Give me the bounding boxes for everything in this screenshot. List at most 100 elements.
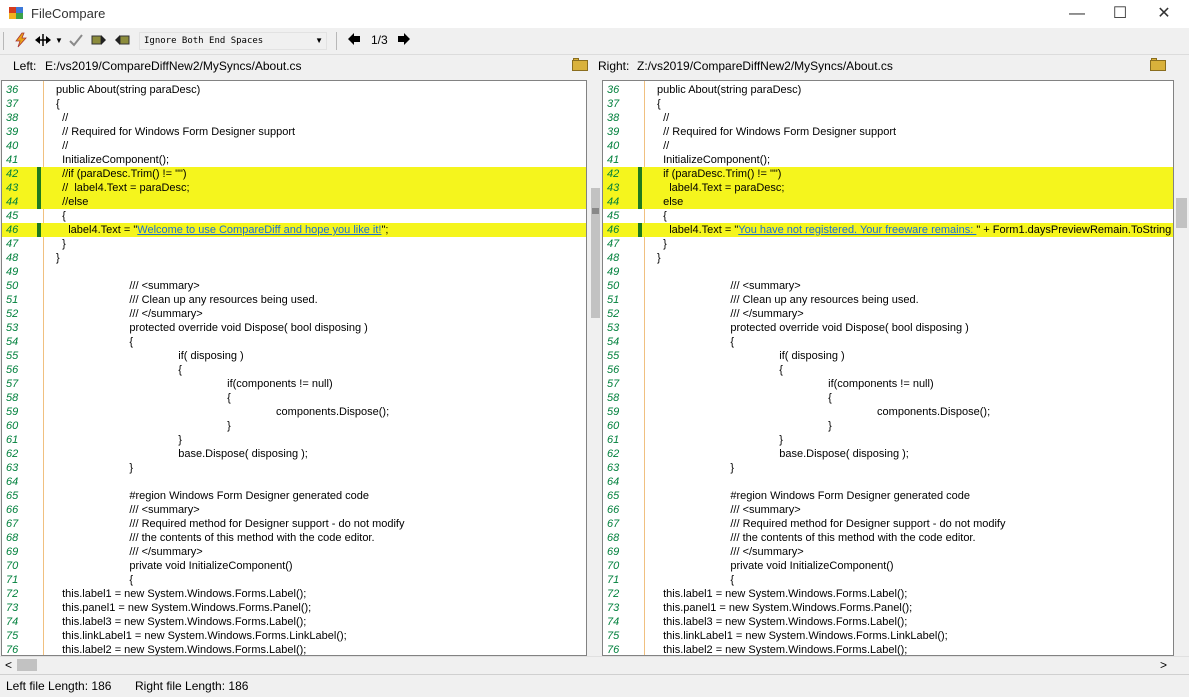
code-line[interactable]: 75 this.linkLabel1 = new System.Windows.… xyxy=(2,629,586,643)
split-arrows-icon[interactable] xyxy=(33,32,53,50)
code-line[interactable]: 65 #region Windows Form Designer generat… xyxy=(2,489,586,503)
code-line[interactable]: 54 { xyxy=(2,335,586,349)
code-line[interactable]: 64 xyxy=(603,475,1173,489)
code-line[interactable]: 46 label4.Text = "You have not registere… xyxy=(603,223,1173,237)
code-line[interactable]: 58 { xyxy=(603,391,1173,405)
code-line[interactable]: 50 /// <summary> xyxy=(603,279,1173,293)
code-line[interactable]: 59 components.Dispose(); xyxy=(2,405,586,419)
code-line[interactable]: 70 private void InitializeComponent() xyxy=(603,559,1173,573)
check-icon[interactable] xyxy=(67,32,85,50)
code-line[interactable]: 39 // Required for Windows Form Designer… xyxy=(2,125,586,139)
code-line[interactable]: 71 { xyxy=(603,573,1173,587)
code-line[interactable]: 37 { xyxy=(603,97,1173,111)
code-line[interactable]: 38 // xyxy=(603,111,1173,125)
code-line[interactable]: 51 /// Clean up any resources being used… xyxy=(2,293,586,307)
code-line[interactable]: 55 if( disposing ) xyxy=(603,349,1173,363)
code-line[interactable]: 73 this.panel1 = new System.Windows.Form… xyxy=(603,601,1173,615)
code-line[interactable]: 46 label4.Text = "Welcome to use Compare… xyxy=(2,223,586,237)
code-line[interactable]: 68 /// the contents of this method with … xyxy=(2,531,586,545)
code-line[interactable]: 51 /// Clean up any resources being used… xyxy=(603,293,1173,307)
code-line[interactable]: 44 //else xyxy=(2,195,586,209)
code-line[interactable]: 40 // xyxy=(603,139,1173,153)
code-line[interactable]: 76 this.label2 = new System.Windows.Form… xyxy=(2,643,586,655)
code-line[interactable]: 42 if (paraDesc.Trim() != "") xyxy=(603,167,1173,181)
code-line[interactable]: 67 /// Required method for Designer supp… xyxy=(2,517,586,531)
code-line[interactable]: 49 xyxy=(603,265,1173,279)
code-line[interactable]: 56 { xyxy=(603,363,1173,377)
code-line[interactable]: 45 { xyxy=(603,209,1173,223)
lightning-icon[interactable] xyxy=(12,32,30,50)
code-line[interactable]: 63 } xyxy=(603,461,1173,475)
horizontal-scroll-thumb[interactable] xyxy=(17,659,37,671)
code-line[interactable]: 72 this.label1 = new System.Windows.Form… xyxy=(603,587,1173,601)
code-line[interactable]: 76 this.label2 = new System.Windows.Form… xyxy=(603,643,1173,655)
code-line[interactable]: 44 else xyxy=(603,195,1173,209)
left-code-pane[interactable]: 36 public About(string paraDesc) 37{38 //3… xyxy=(1,80,587,656)
code-line[interactable]: 70 private void InitializeComponent() xyxy=(2,559,586,573)
code-line[interactable]: 49 xyxy=(2,265,586,279)
scroll-left-arrow[interactable]: < xyxy=(5,657,12,673)
code-line[interactable]: 75 this.linkLabel1 = new System.Windows.… xyxy=(603,629,1173,643)
dropdown-arrow-icon[interactable]: ▼ xyxy=(54,32,64,50)
code-line[interactable]: 47 } xyxy=(2,237,586,251)
code-line[interactable]: 62 base.Dispose( disposing ); xyxy=(2,447,586,461)
code-line[interactable]: 60 } xyxy=(2,419,586,433)
code-line[interactable]: 57 if(components != null) xyxy=(2,377,586,391)
code-line[interactable]: 48} xyxy=(603,251,1173,265)
maximize-button[interactable]: ☐ xyxy=(1097,0,1143,28)
code-line[interactable]: 55 if( disposing ) xyxy=(2,349,586,363)
minimize-button[interactable]: — xyxy=(1054,0,1100,28)
code-line[interactable]: 41 InitializeComponent(); xyxy=(603,153,1173,167)
close-button[interactable]: ✕ xyxy=(1141,0,1187,28)
code-line[interactable]: 54 { xyxy=(603,335,1173,349)
left-folder-open-icon[interactable] xyxy=(572,58,588,71)
code-line[interactable]: 62 base.Dispose( disposing ); xyxy=(603,447,1173,461)
code-line[interactable]: 43 label4.Text = paraDesc; xyxy=(603,181,1173,195)
code-line[interactable]: 57 if(components != null) xyxy=(603,377,1173,391)
code-line[interactable]: 66 /// <summary> xyxy=(2,503,586,517)
code-line[interactable]: 41 InitializeComponent(); xyxy=(2,153,586,167)
code-line[interactable]: 36 public About(string paraDesc) xyxy=(603,83,1173,97)
code-line[interactable]: 52 /// </summary> xyxy=(2,307,586,321)
code-line[interactable]: 64 xyxy=(2,475,586,489)
code-line[interactable]: 38 // xyxy=(2,111,586,125)
code-line[interactable]: 59 components.Dispose(); xyxy=(603,405,1173,419)
code-line[interactable]: 43 // label4.Text = paraDesc; xyxy=(2,181,586,195)
code-line[interactable]: 50 /// <summary> xyxy=(2,279,586,293)
code-line[interactable]: 56 { xyxy=(2,363,586,377)
code-line[interactable]: 53 protected override void Dispose( bool… xyxy=(603,321,1173,335)
code-line[interactable]: 37 { xyxy=(2,97,586,111)
code-line[interactable]: 65 #region Windows Form Designer generat… xyxy=(603,489,1173,503)
code-line[interactable]: 66 /// <summary> xyxy=(603,503,1173,517)
code-line[interactable]: 48} xyxy=(2,251,586,265)
prev-arrow-icon[interactable] xyxy=(346,32,362,50)
code-line[interactable]: 69 /// </summary> xyxy=(2,545,586,559)
code-line[interactable]: 47 } xyxy=(603,237,1173,251)
code-line[interactable]: 36 public About(string paraDesc) xyxy=(2,83,586,97)
code-line[interactable]: 42 //if (paraDesc.Trim() != "") xyxy=(2,167,586,181)
code-line[interactable]: 67 /// Required method for Designer supp… xyxy=(603,517,1173,531)
code-line[interactable]: 45 { xyxy=(2,209,586,223)
code-line[interactable]: 61 } xyxy=(2,433,586,447)
code-line[interactable]: 39 // Required for Windows Form Designer… xyxy=(603,125,1173,139)
code-line[interactable]: 74 this.label3 = new System.Windows.Form… xyxy=(2,615,586,629)
code-line[interactable]: 73 this.panel1 = new System.Windows.Form… xyxy=(2,601,586,615)
right-vertical-scrollbar[interactable] xyxy=(1174,80,1189,656)
center-scrollbar[interactable] xyxy=(588,80,603,656)
horizontal-scrollbar[interactable]: < > xyxy=(0,656,1189,673)
ignore-option-select[interactable]: Ignore Both End Spaces ▼ xyxy=(139,32,327,50)
code-line[interactable]: 71 { xyxy=(2,573,586,587)
copy-left-icon[interactable] xyxy=(113,32,131,50)
code-line[interactable]: 61 } xyxy=(603,433,1173,447)
copy-right-icon[interactable] xyxy=(90,32,108,50)
code-line[interactable]: 60 } xyxy=(603,419,1173,433)
code-line[interactable]: 68 /// the contents of this method with … xyxy=(603,531,1173,545)
code-line[interactable]: 72 this.label1 = new System.Windows.Form… xyxy=(2,587,586,601)
next-arrow-icon[interactable] xyxy=(396,32,412,50)
code-line[interactable]: 69 /// </summary> xyxy=(603,545,1173,559)
right-code-pane[interactable]: 36 public About(string paraDesc) 37{38 //3… xyxy=(602,80,1174,656)
code-line[interactable]: 74 this.label3 = new System.Windows.Form… xyxy=(603,615,1173,629)
right-folder-open-icon[interactable] xyxy=(1150,58,1166,71)
code-line[interactable]: 58 { xyxy=(2,391,586,405)
code-line[interactable]: 52 /// </summary> xyxy=(603,307,1173,321)
